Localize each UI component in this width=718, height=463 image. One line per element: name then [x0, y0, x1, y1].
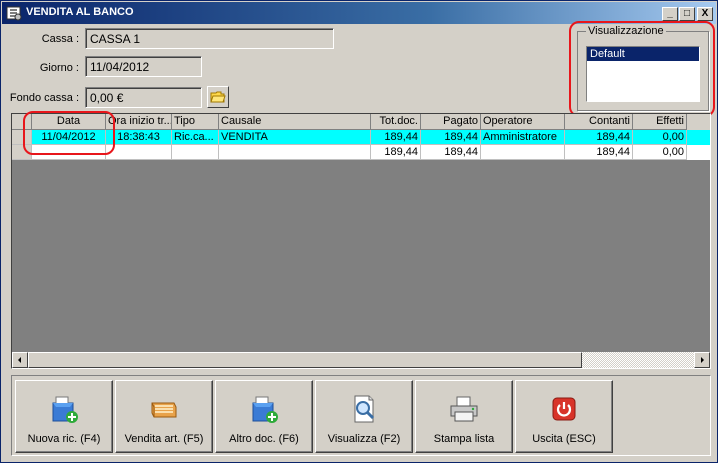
- scroll-right-button[interactable]: [694, 352, 710, 368]
- scrollbar-thumb[interactable]: [28, 352, 582, 368]
- print-list-label: Stampa lista: [433, 433, 495, 445]
- cell-causale[interactable]: VENDITA: [219, 130, 371, 145]
- cell-contanti[interactable]: 189,44: [565, 130, 633, 145]
- giorno-label: Giorno :: [39, 62, 79, 74]
- view-document-icon: [354, 395, 375, 423]
- sale-items-icon: [151, 402, 177, 418]
- cell-pagato[interactable]: 189,44: [421, 130, 481, 145]
- total-pagato: 189,44: [421, 145, 481, 160]
- fondo-cassa-field[interactable]: 0,00 €: [85, 87, 202, 108]
- column-header-ora[interactable]: Ora inizio tr...: [106, 114, 172, 130]
- printer-icon: [450, 396, 478, 422]
- column-header-causale[interactable]: Causale: [219, 114, 371, 130]
- total-tipo: [172, 145, 219, 160]
- cell-totdoc[interactable]: 189,44: [371, 130, 421, 145]
- column-header-operatore[interactable]: Operatore: [481, 114, 565, 130]
- folder-icon: [210, 91, 226, 103]
- cell-operatore[interactable]: Amministratore: [481, 130, 565, 145]
- row-indicator: [12, 145, 32, 160]
- column-header-effetti[interactable]: Effetti: [633, 114, 687, 130]
- total-contanti: 189,44: [565, 145, 633, 160]
- cassa-label: Cassa :: [41, 33, 79, 45]
- exit-label: Uscita (ESC): [532, 433, 596, 445]
- total-ora: [106, 145, 172, 160]
- scroll-left-button[interactable]: [12, 352, 28, 368]
- visualizzazione-legend: Visualizzazione: [586, 25, 666, 37]
- total-operatore: [481, 145, 565, 160]
- app-icon: [6, 6, 22, 21]
- total-causale: [219, 145, 371, 160]
- list-item-default[interactable]: Default: [587, 47, 699, 61]
- visualizzazione-group: Visualizzazione Default: [577, 25, 709, 111]
- column-header-data[interactable]: Data: [32, 114, 106, 130]
- cell-data[interactable]: 11/04/2012: [32, 130, 106, 145]
- title-bar[interactable]: VENDITA AL BANCO _ □ X: [2, 2, 716, 24]
- open-folder-button[interactable]: [207, 86, 229, 108]
- maximize-button[interactable]: □: [679, 7, 695, 21]
- scrollbar-track[interactable]: [582, 352, 694, 368]
- totals-row: 189,44 189,44 189,44 0,00: [12, 145, 710, 160]
- view-label: Visualizza (F2): [327, 433, 401, 445]
- exit-icon: [552, 397, 576, 421]
- column-header-contanti[interactable]: Contanti: [565, 114, 633, 130]
- visualizzazione-list[interactable]: Default: [586, 46, 700, 102]
- table-row[interactable]: 11/04/2012 18:38:43 Ric.ca... VENDITA 18…: [12, 130, 710, 145]
- column-header-tipo[interactable]: Tipo: [172, 114, 219, 130]
- new-receipt-button[interactable]: Nuova ric. (F4): [15, 380, 113, 453]
- sale-items-label: Vendita art. (F5): [124, 433, 204, 445]
- sale-items-button[interactable]: Vendita art. (F5): [115, 380, 213, 453]
- print-list-button[interactable]: Stampa lista: [415, 380, 513, 453]
- grid-header: Data Ora inizio tr... Tipo Causale Tot.d…: [12, 114, 710, 130]
- other-document-icon: [252, 396, 278, 423]
- window-title: VENDITA AL BANCO: [26, 6, 134, 18]
- cell-tipo[interactable]: Ric.ca...: [172, 130, 219, 145]
- other-document-button[interactable]: Altro doc. (F6): [215, 380, 313, 453]
- fondo-cassa-label: Fondo cassa :: [9, 92, 79, 104]
- column-header-totdoc[interactable]: Tot.doc.: [371, 114, 421, 130]
- column-header-indicator: [12, 114, 32, 130]
- total-totdoc: 189,44: [371, 145, 421, 160]
- cassa-field[interactable]: CASSA 1: [85, 28, 334, 49]
- actions-panel: Nuova ric. (F4) Vendita art. (F5) Altro …: [11, 375, 711, 456]
- cell-effetti[interactable]: 0,00: [633, 130, 687, 145]
- new-receipt-icon: [52, 396, 78, 423]
- row-indicator: [12, 130, 32, 145]
- new-receipt-label: Nuova ric. (F4): [27, 433, 101, 445]
- horizontal-scrollbar[interactable]: [12, 352, 710, 368]
- giorno-field[interactable]: 11/04/2012: [85, 56, 202, 77]
- documents-grid[interactable]: Data Ora inizio tr... Tipo Causale Tot.d…: [11, 113, 711, 369]
- main-window: VENDITA AL BANCO _ □ X Cassa : CASSA 1 G…: [0, 0, 718, 463]
- other-document-label: Altro doc. (F6): [229, 433, 299, 445]
- column-header-pagato[interactable]: Pagato: [421, 114, 481, 130]
- minimize-button[interactable]: _: [662, 7, 678, 21]
- scroll-left-icon: [18, 357, 21, 363]
- cell-ora[interactable]: 18:38:43: [106, 130, 172, 145]
- total-data: [32, 145, 106, 160]
- scroll-right-icon: [701, 357, 704, 363]
- total-effetti: 0,00: [633, 145, 687, 160]
- view-button[interactable]: Visualizza (F2): [315, 380, 413, 453]
- close-button[interactable]: X: [697, 7, 713, 21]
- exit-button[interactable]: Uscita (ESC): [515, 380, 613, 453]
